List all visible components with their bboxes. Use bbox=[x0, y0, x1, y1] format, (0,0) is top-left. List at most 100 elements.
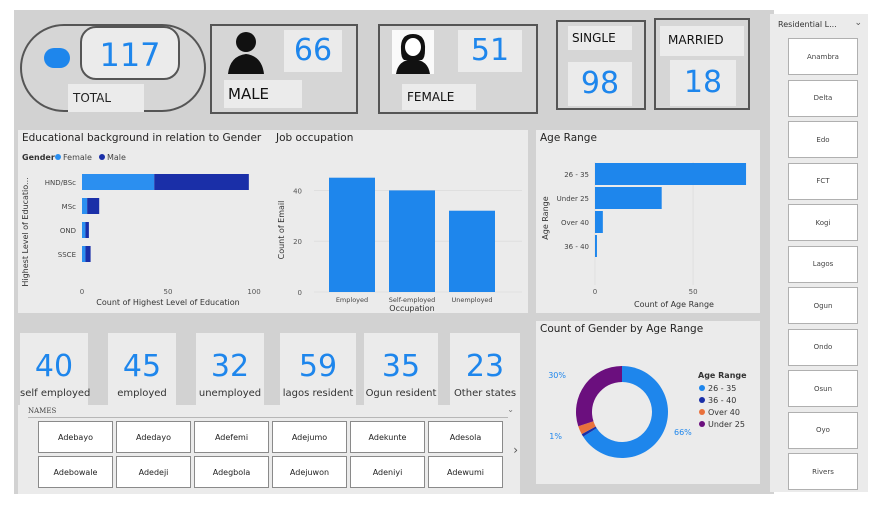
stat-card-employed: 45 employed bbox=[108, 333, 176, 405]
male-value-box: 66 bbox=[284, 30, 342, 72]
residential-option[interactable]: Edo bbox=[788, 121, 858, 158]
residential-option[interactable]: Rivers bbox=[788, 453, 858, 490]
bar bbox=[595, 235, 597, 257]
residential-option[interactable]: Ondo bbox=[788, 328, 858, 366]
female-person-icon bbox=[392, 30, 434, 74]
female-kpi-card: 51 FEMALE bbox=[378, 24, 538, 114]
name-option[interactable]: Adedayo bbox=[116, 421, 191, 453]
name-option[interactable]: Adegbola bbox=[194, 456, 269, 488]
age-chart: 0 50 26 - 35 Under 25 Over 40 36 - 40 Count of… bbox=[541, 162, 747, 309]
married-value: 18 bbox=[683, 65, 723, 100]
total-label-box: TOTAL bbox=[68, 84, 144, 112]
y-tick-label: MSc bbox=[62, 203, 76, 211]
residential-option[interactable]: Oyo bbox=[788, 411, 858, 449]
married-value-box: 18 bbox=[670, 60, 736, 106]
y-tick-label: 0 bbox=[298, 289, 302, 297]
bar bbox=[595, 187, 662, 209]
legend-title: Age Range bbox=[698, 371, 747, 380]
single-value: 98 bbox=[580, 66, 620, 101]
stat-card-self-employed: 40 self employed bbox=[20, 333, 91, 405]
total-indicator-icon bbox=[44, 48, 70, 68]
name-option[interactable]: Adejuwon bbox=[272, 456, 347, 488]
x-tick-label: 50 bbox=[689, 288, 698, 296]
residential-option[interactable]: Osun bbox=[788, 370, 858, 407]
name-option[interactable]: Adedeji bbox=[116, 456, 191, 488]
chevron-down-icon[interactable]: ⌄ bbox=[507, 405, 514, 414]
x-axis-label: Count of Age Range bbox=[634, 300, 714, 309]
total-label: TOTAL bbox=[73, 91, 112, 105]
bar-female bbox=[82, 246, 86, 262]
job-chart: 0 20 40 Employed Self-employed Unemployed Occu… bbox=[277, 177, 522, 313]
data-label: 1% bbox=[549, 432, 562, 441]
name-option[interactable]: Adefemi bbox=[194, 421, 269, 453]
residential-option[interactable]: Kogi bbox=[788, 204, 858, 241]
legend-label: 26 - 35 bbox=[708, 384, 736, 393]
name-option[interactable]: Adesola bbox=[428, 421, 503, 453]
male-value: 66 bbox=[293, 33, 333, 68]
male-label-box: MALE bbox=[224, 80, 302, 108]
residential-option[interactable]: Ogun bbox=[788, 287, 858, 324]
legend-marker bbox=[699, 385, 705, 391]
y-tick-label: Over 40 bbox=[561, 219, 589, 227]
education-chart: Gender Female Male HND/BSc MSc OND SSCE 0 50 100 C… bbox=[21, 153, 261, 307]
y-axis-label: Highest Level of Educatio... bbox=[21, 177, 30, 286]
stat-value: 32 bbox=[210, 349, 250, 384]
y-tick-label: SSCE bbox=[58, 251, 76, 259]
bar bbox=[595, 163, 747, 185]
male-kpi-card: 66 MALE bbox=[210, 24, 358, 114]
x-tick-label: Unemployed bbox=[451, 296, 492, 304]
names-slicer-title: NAMES bbox=[28, 407, 57, 415]
name-option[interactable]: Adejumo bbox=[272, 421, 347, 453]
residential-option[interactable]: Anambra bbox=[788, 38, 858, 75]
x-axis-label: Count of Highest Level of Education bbox=[96, 298, 239, 307]
residential-slicer-title: Residential L... bbox=[778, 20, 837, 29]
residential-option[interactable]: FCT bbox=[788, 162, 858, 200]
job-chart-panel: Job occupation 0 20 40 Employed Self-employe… bbox=[272, 130, 528, 313]
stat-label: self employed bbox=[20, 388, 91, 399]
bar-female bbox=[82, 198, 88, 214]
x-axis-label: Occupation bbox=[389, 304, 434, 313]
name-option[interactable]: Adebowale bbox=[38, 456, 113, 488]
stat-value: 45 bbox=[122, 349, 162, 384]
single-label-box: SINGLE bbox=[568, 26, 632, 50]
x-tick-label: 0 bbox=[593, 288, 597, 296]
legend-marker bbox=[99, 154, 105, 160]
residential-option[interactable]: Lagos bbox=[788, 245, 858, 283]
stat-card-other-states: 23 Other states bbox=[450, 333, 520, 405]
name-option[interactable]: Adekunte bbox=[350, 421, 425, 453]
name-option[interactable]: Adeniyi bbox=[350, 456, 425, 488]
residential-option[interactable]: Delta bbox=[788, 79, 858, 117]
male-label: MALE bbox=[228, 85, 270, 103]
name-option[interactable]: Adewumi bbox=[428, 456, 503, 488]
bar bbox=[595, 211, 603, 233]
male-person-icon bbox=[228, 32, 264, 74]
bar bbox=[389, 190, 435, 292]
legend-label: Male bbox=[107, 153, 126, 162]
chevron-down-icon[interactable]: ⌄ bbox=[854, 18, 862, 28]
stat-card-lagos: 59 lagos resident bbox=[280, 333, 356, 405]
chevron-right-icon[interactable]: › bbox=[513, 443, 518, 457]
bar-male bbox=[154, 174, 249, 190]
married-kpi-card: MARRIED 18 bbox=[654, 18, 750, 110]
names-slicer: NAMES ⌄ Adebayo Adedayo Adefemi Adejumo Adek… bbox=[18, 405, 520, 494]
stat-value: 23 bbox=[465, 349, 505, 384]
y-tick-label: Under 25 bbox=[557, 195, 589, 203]
legend-marker bbox=[699, 397, 705, 403]
data-label: 30% bbox=[548, 371, 566, 380]
bar-male bbox=[87, 198, 100, 214]
x-tick-label: 100 bbox=[247, 288, 260, 296]
x-tick-label: Employed bbox=[336, 296, 368, 304]
bar bbox=[329, 177, 375, 292]
stat-card-unemployed: 32 unemployed bbox=[196, 333, 264, 405]
single-value-box: 98 bbox=[568, 62, 632, 106]
female-label: FEMALE bbox=[407, 90, 455, 104]
y-tick-label: 36 - 40 bbox=[564, 243, 589, 251]
legend-label: Under 25 bbox=[708, 420, 745, 429]
dashboard-canvas: 117 TOTAL 66 MALE 51 FEMALE SINGLE 98 MA… bbox=[14, 10, 774, 494]
married-label: MARRIED bbox=[668, 33, 724, 47]
y-axis-label: Count of Email bbox=[277, 201, 286, 260]
name-option[interactable]: Adebayo bbox=[38, 421, 113, 453]
stat-card-ogun: 35 Ogun resident bbox=[364, 333, 438, 405]
female-value-box: 51 bbox=[458, 30, 522, 72]
y-tick-label: 20 bbox=[293, 238, 302, 246]
